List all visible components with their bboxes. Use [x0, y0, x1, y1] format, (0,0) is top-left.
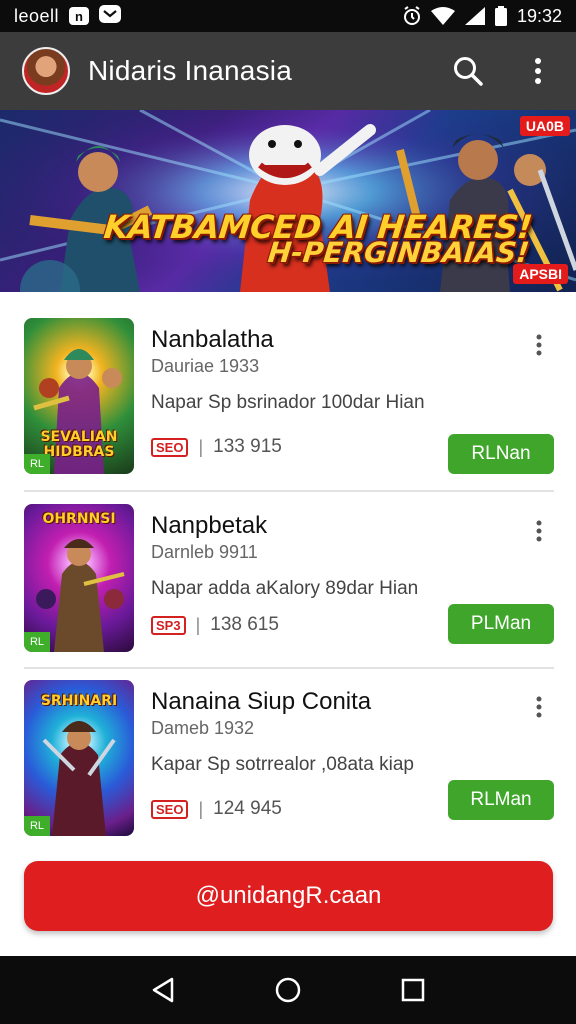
- system-nav-bar: [0, 956, 576, 1024]
- download-count: 133 915: [213, 436, 282, 457]
- game-subtitle: Dauriae 1933: [151, 356, 260, 376]
- search-button[interactable]: [450, 53, 486, 89]
- download-count: 124 945: [213, 798, 282, 819]
- thumbnail-title: OHRNNSI: [42, 511, 116, 527]
- promo-banner[interactable]: KATBAMCED AI HEARES! H-PERGINBAIAS! UA0B…: [0, 110, 576, 292]
- list-item[interactable]: SRHINARI RL Nanaina Siup Conita Dameb 19…: [24, 680, 554, 836]
- item-more-button[interactable]: [524, 692, 554, 722]
- game-thumbnail[interactable]: SEVALIAN HIDBRAS RL: [24, 318, 134, 474]
- alarm-icon: [403, 6, 421, 26]
- install-button[interactable]: RLMan: [448, 780, 554, 820]
- game-description: Napar adda aKalory 89dar Hian: [151, 578, 419, 599]
- recents-square-icon: [402, 978, 425, 1002]
- overflow-menu-button[interactable]: [520, 53, 556, 89]
- clock-time: 19:32: [516, 5, 562, 26]
- game-subtitle: Dameb 1932: [151, 718, 255, 738]
- thumbnail-title: SRHINARI: [40, 693, 118, 709]
- age-rating-badge: SP3: [151, 615, 186, 635]
- more-vert-icon: [536, 520, 542, 542]
- banner-badge-bottom: APSBI: [513, 264, 568, 284]
- back-button[interactable]: [143, 970, 183, 1010]
- divider: [24, 667, 554, 669]
- home-button[interactable]: [268, 970, 308, 1010]
- game-meta: SEO | 124 945: [151, 798, 282, 820]
- recents-button[interactable]: [393, 970, 433, 1010]
- game-meta: SEO | 133 915: [151, 436, 282, 458]
- thumbnail-badge: RL: [24, 816, 50, 836]
- more-vert-icon: [536, 334, 542, 356]
- wifi-icon: [430, 7, 455, 25]
- battery-icon: [494, 6, 507, 26]
- meta-separator: |: [195, 614, 201, 635]
- download-count: 138 615: [210, 614, 279, 635]
- notification-app-icon: n: [69, 7, 90, 25]
- primary-cta-button[interactable]: @unidangR.caan: [24, 861, 553, 931]
- more-vert-icon: [536, 696, 542, 718]
- banner-badge-top: UA0B: [519, 116, 570, 136]
- game-name: Nanaina Siup Conita: [151, 688, 372, 715]
- meta-separator: |: [198, 436, 204, 457]
- game-description: Kapar Sp sotrrealor ,08ata kiap: [151, 754, 414, 775]
- install-button[interactable]: RLNan: [448, 434, 554, 474]
- back-triangle-icon: [152, 977, 173, 1003]
- avatar[interactable]: [22, 47, 70, 95]
- list-item[interactable]: SEVALIAN HIDBRAS RL Nanbalatha Dauriae 1…: [24, 318, 554, 474]
- game-meta: SP3 | 138 615: [151, 614, 279, 636]
- item-more-button[interactable]: [524, 516, 554, 546]
- divider: [24, 490, 554, 492]
- app-bar: Nidaris Inanasia: [0, 32, 576, 110]
- carrier-label: leoell: [14, 5, 60, 26]
- more-vert-icon: [535, 58, 541, 84]
- game-name: Nanpbetak: [151, 512, 268, 539]
- message-icon: [99, 4, 122, 28]
- banner-headline-2: H-PERGINBAIAS!: [266, 236, 531, 269]
- age-rating-badge: SEO: [151, 437, 189, 457]
- meta-separator: |: [198, 798, 204, 819]
- status-bar: leoell n 19:32: [0, 0, 576, 32]
- age-rating-badge: SEO: [151, 799, 189, 819]
- item-more-button[interactable]: [524, 330, 554, 360]
- list-item[interactable]: OHRNNSI RL Nanpbetak Darnleb 9911 Napar …: [24, 504, 554, 652]
- game-name: Nanbalatha: [151, 326, 274, 353]
- game-thumbnail[interactable]: OHRNNSI RL: [24, 504, 134, 652]
- search-icon: [454, 57, 483, 86]
- game-description: Napar Sp bsrinador 100dar Hian: [151, 392, 425, 413]
- game-subtitle: Darnleb 9911: [151, 542, 258, 562]
- thumbnail-badge: RL: [24, 632, 50, 652]
- install-button[interactable]: PLMan: [448, 604, 554, 644]
- page-title: Nidaris Inanasia: [88, 55, 292, 86]
- thumbnail-badge: RL: [24, 454, 50, 474]
- signal-icon: [464, 7, 485, 25]
- game-thumbnail[interactable]: SRHINARI RL: [24, 680, 134, 836]
- home-circle-icon: [275, 977, 301, 1003]
